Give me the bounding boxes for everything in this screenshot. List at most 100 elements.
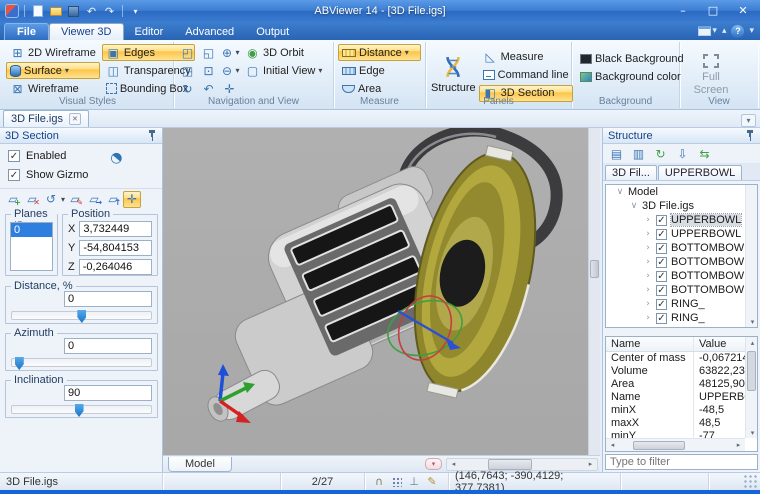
- plane-list-item[interactable]: 0: [11, 223, 52, 237]
- previous-view-button[interactable]: ↶: [199, 80, 218, 97]
- scrollbar-thumb[interactable]: [747, 351, 756, 391]
- expand-icon[interactable]: ›: [644, 243, 652, 253]
- expand-icon[interactable]: ›: [644, 299, 652, 309]
- scroll-right-icon[interactable]: ▸: [584, 459, 597, 470]
- tab-upperbowl[interactable]: UPPERBOWL: [658, 165, 742, 180]
- minimize-button[interactable]: –: [671, 2, 695, 18]
- export-structure-button[interactable]: ⇩: [673, 145, 692, 162]
- tree-checkbox[interactable]: ✓: [656, 285, 667, 296]
- property-row[interactable]: maxX48,5: [606, 417, 757, 430]
- scrollbar-thumb[interactable]: [633, 441, 685, 450]
- window-layout-button[interactable]: ▾: [698, 26, 717, 36]
- minimize-ribbon-button[interactable]: ▴: [722, 26, 727, 36]
- 3d-model-view[interactable]: [163, 128, 588, 438]
- tab-advanced[interactable]: Advanced: [174, 23, 245, 40]
- resize-grip[interactable]: [744, 475, 758, 489]
- qat-customize-button[interactable]: ▾: [128, 4, 143, 19]
- plane-presets-button[interactable]: ↺: [42, 191, 60, 208]
- enabled-checkbox[interactable]: ✓: [8, 150, 20, 162]
- expand-icon[interactable]: ›: [644, 257, 652, 267]
- pin-icon[interactable]: [745, 129, 755, 142]
- distance-button[interactable]: Distance▾: [338, 44, 421, 61]
- split-vertical-button[interactable]: ▥: [629, 145, 648, 162]
- expand-panel-button[interactable]: ▾: [425, 458, 442, 470]
- tree-scrollbar[interactable]: ▾: [745, 185, 757, 327]
- chevron-down-icon[interactable]: ▾: [405, 48, 409, 57]
- properties-horizontal-scrollbar[interactable]: ◂ ▸: [606, 438, 745, 451]
- azimuth-input[interactable]: [64, 338, 152, 354]
- zoom-window-button[interactable]: ◱: [199, 44, 218, 61]
- tree-checkbox[interactable]: ✓: [656, 215, 667, 226]
- undo-button[interactable]: ↶: [84, 4, 99, 19]
- split-horizontal-button[interactable]: ▤: [607, 145, 626, 162]
- move-gizmo-button[interactable]: ✛: [123, 191, 141, 208]
- chevron-down-icon[interactable]: ▾: [318, 66, 322, 75]
- expand-icon[interactable]: ›: [644, 271, 652, 281]
- property-row[interactable]: Center of mass-0,0672149757: [606, 352, 757, 365]
- filter-input[interactable]: [605, 454, 758, 470]
- name-column-header[interactable]: Name: [606, 337, 694, 351]
- tree-item[interactable]: ›✓UPPERBOWL: [606, 213, 757, 227]
- align-plane-button[interactable]: ▱↑: [104, 191, 122, 208]
- expand-icon[interactable]: ›: [644, 229, 652, 239]
- tree-checkbox[interactable]: ✓: [656, 257, 667, 268]
- synchronize-button[interactable]: ⇆: [695, 145, 714, 162]
- edit-plane-button[interactable]: ▱✎: [66, 191, 84, 208]
- initial-view-button[interactable]: ▢Initial View▾: [241, 62, 326, 79]
- rotate-35-button[interactable]: ↻: [178, 80, 197, 97]
- close-button[interactable]: ✕: [731, 2, 755, 18]
- scroll-left-icon[interactable]: ◂: [447, 459, 460, 470]
- refresh-structure-button[interactable]: ↻: [651, 145, 670, 162]
- property-row[interactable]: Volume63822,2348948: [606, 365, 757, 378]
- redo-button[interactable]: ↷: [102, 4, 117, 19]
- collapse-icon[interactable]: ∨: [630, 201, 638, 211]
- document-tab[interactable]: 3D File.igs ✕: [3, 110, 89, 127]
- tree-node-file[interactable]: ∨3D File.igs: [606, 199, 757, 213]
- tree-node-model[interactable]: ∨Model: [606, 185, 757, 199]
- ortho-mode-icon[interactable]: ⊥: [406, 475, 422, 488]
- pin-icon[interactable]: [147, 129, 157, 142]
- 3d-viewport[interactable]: Model ▾ ◂ ▸: [163, 128, 600, 472]
- tab-output[interactable]: Output: [245, 23, 300, 40]
- delete-plane-button[interactable]: ▱✕: [23, 191, 41, 208]
- tree-item[interactable]: ›✓RING_: [606, 311, 757, 325]
- reverse-plane-button[interactable]: ▱→: [85, 191, 103, 208]
- scrollbar-thumb[interactable]: [590, 260, 599, 278]
- expand-icon[interactable]: ›: [644, 313, 652, 323]
- zoom-out-button[interactable]: ⊖▾: [220, 62, 239, 79]
- edge-button[interactable]: Edge: [338, 62, 421, 79]
- structure-tree[interactable]: ∨Model ∨3D File.igs ›✓UPPERBOWL ›✓UPPERB…: [605, 184, 758, 328]
- chevron-down-icon[interactable]: ▾: [65, 66, 69, 75]
- inclination-input[interactable]: [64, 385, 152, 401]
- planes-listbox[interactable]: 0: [10, 222, 53, 271]
- distance-input[interactable]: [64, 291, 152, 307]
- command-line-button[interactable]: Command line: [479, 67, 573, 84]
- tree-checkbox[interactable]: ✓: [656, 229, 667, 240]
- tab-file-structure[interactable]: 3D Fil...: [605, 165, 657, 180]
- zoom-in-button[interactable]: ⊕▾: [220, 44, 239, 61]
- chevron-down-icon[interactable]: ▾: [236, 48, 240, 57]
- scroll-down-icon[interactable]: ▾: [746, 316, 758, 327]
- rotate-view-button[interactable]: ◰: [178, 44, 197, 61]
- 3d-orbit-button[interactable]: ◉3D Orbit: [241, 44, 326, 61]
- position-z-input[interactable]: [79, 259, 152, 275]
- save-button[interactable]: [66, 4, 81, 19]
- property-row[interactable]: NameUPPERBOWL: [606, 391, 757, 404]
- scroll-left-icon[interactable]: ◂: [606, 440, 619, 451]
- chevron-down-icon[interactable]: ▾: [61, 195, 65, 204]
- tab-list-dropdown[interactable]: ▾: [741, 114, 756, 127]
- distance-slider[interactable]: [11, 311, 152, 320]
- chevron-down-icon[interactable]: ▾: [236, 66, 240, 75]
- properties-vertical-scrollbar[interactable]: ▴ ▾: [745, 337, 757, 438]
- tree-item[interactable]: ›✓BOTTOMBOWL: [606, 255, 757, 269]
- tree-checkbox[interactable]: ✓: [656, 299, 667, 310]
- arc-mode-icon[interactable]: ∩: [371, 475, 387, 488]
- value-column-header[interactable]: Value: [694, 337, 731, 351]
- tree-checkbox[interactable]: ✓: [656, 271, 667, 282]
- scroll-down-icon[interactable]: ▾: [746, 427, 758, 438]
- black-background-button[interactable]: Black Background: [576, 50, 675, 67]
- background-color-button[interactable]: Background color: [576, 68, 675, 85]
- tree-checkbox[interactable]: ✓: [656, 313, 667, 324]
- tree-checkbox[interactable]: ✓: [656, 243, 667, 254]
- pan-button[interactable]: ✛: [220, 80, 239, 97]
